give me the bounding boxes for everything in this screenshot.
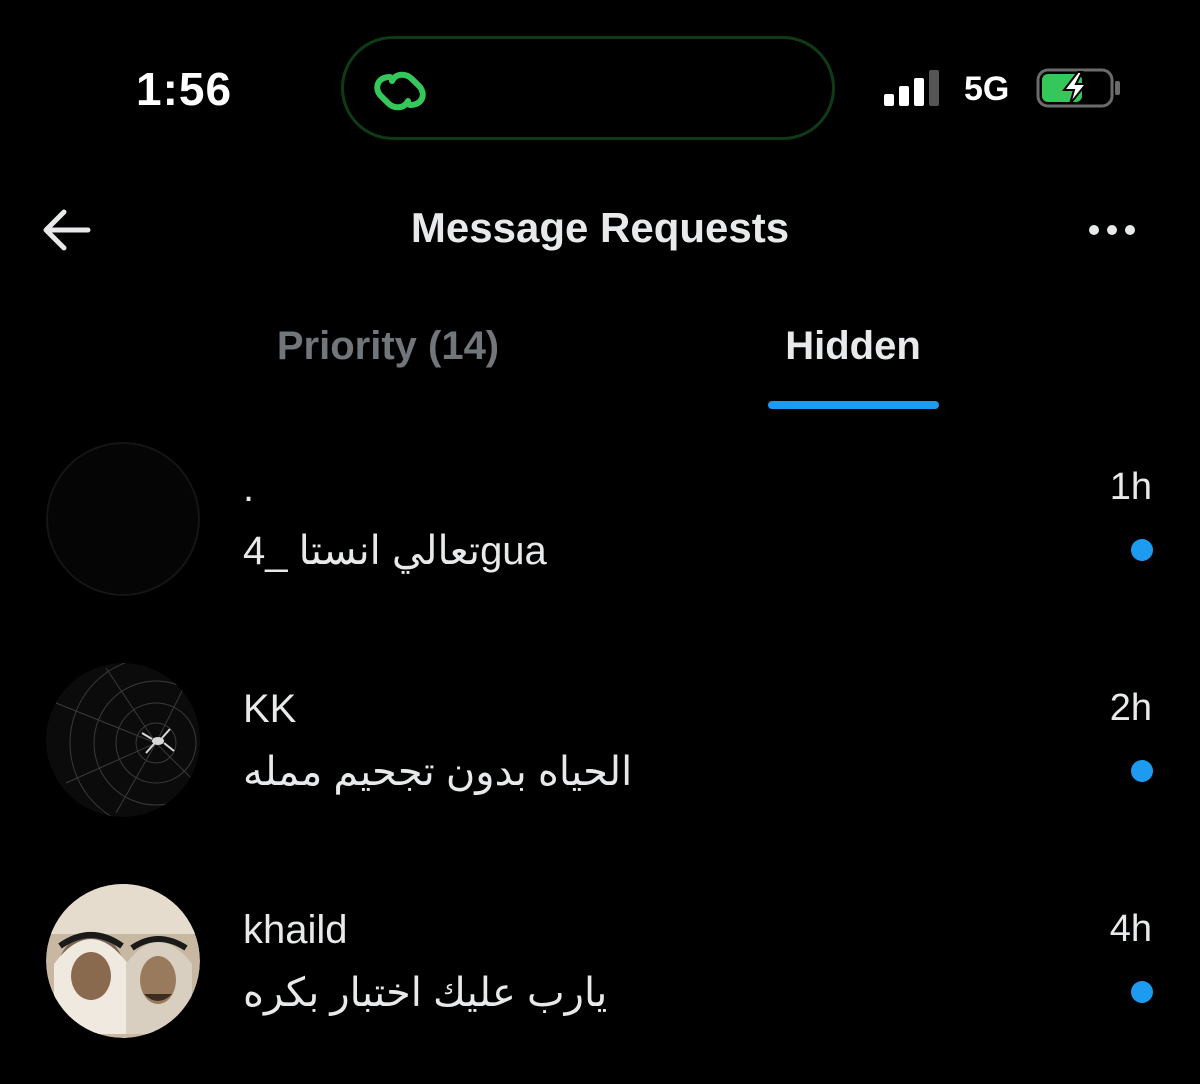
battery-charging-icon [1036,68,1120,108]
conversation-name: . [243,466,255,510]
network-type: 5G [964,70,1010,108]
more-options-button[interactable] [1080,210,1144,250]
status-bar: 1:56 5G [0,0,1200,170]
conversation-row[interactable]: khaild يارب عليك اختبار بكره 4h [0,884,1200,1084]
cellular-signal-icon [884,70,939,106]
avatar[interactable] [46,663,200,817]
conversation-time: 2h [1109,687,1152,729]
conversation-name: KK [243,687,297,731]
conversation-preview: الحياه بدون تجحيم ممله [243,750,633,794]
dynamic-island[interactable] [341,36,835,140]
tab-priority[interactable]: Priority (14) [230,324,546,369]
page-title: Message Requests [410,204,790,251]
conversation-preview: يارب عليك اختبار بكره [243,971,608,1015]
status-time: 1:56 [136,63,233,115]
conversation-name: khaild [243,908,348,952]
more-horizontal-icon [1089,225,1135,235]
conversation-time: 1h [1109,466,1152,508]
link-loop-icon [374,71,426,111]
avatar[interactable] [46,884,200,1038]
avatar[interactable] [46,442,200,596]
unread-dot [1131,760,1153,782]
tab-hidden[interactable]: Hidden [768,324,938,369]
unread-dot [1131,981,1153,1003]
conversation-time: 4h [1109,908,1152,950]
conversation-row[interactable]: . تعالي انستا _4gua 1h [0,442,1200,642]
unread-dot [1131,539,1153,561]
tab-selected-indicator [768,401,939,409]
conversation-row[interactable]: KK الحياه بدون تجحيم ممله 2h [0,663,1200,863]
conversation-preview: تعالي انستا _4gua [243,529,547,573]
